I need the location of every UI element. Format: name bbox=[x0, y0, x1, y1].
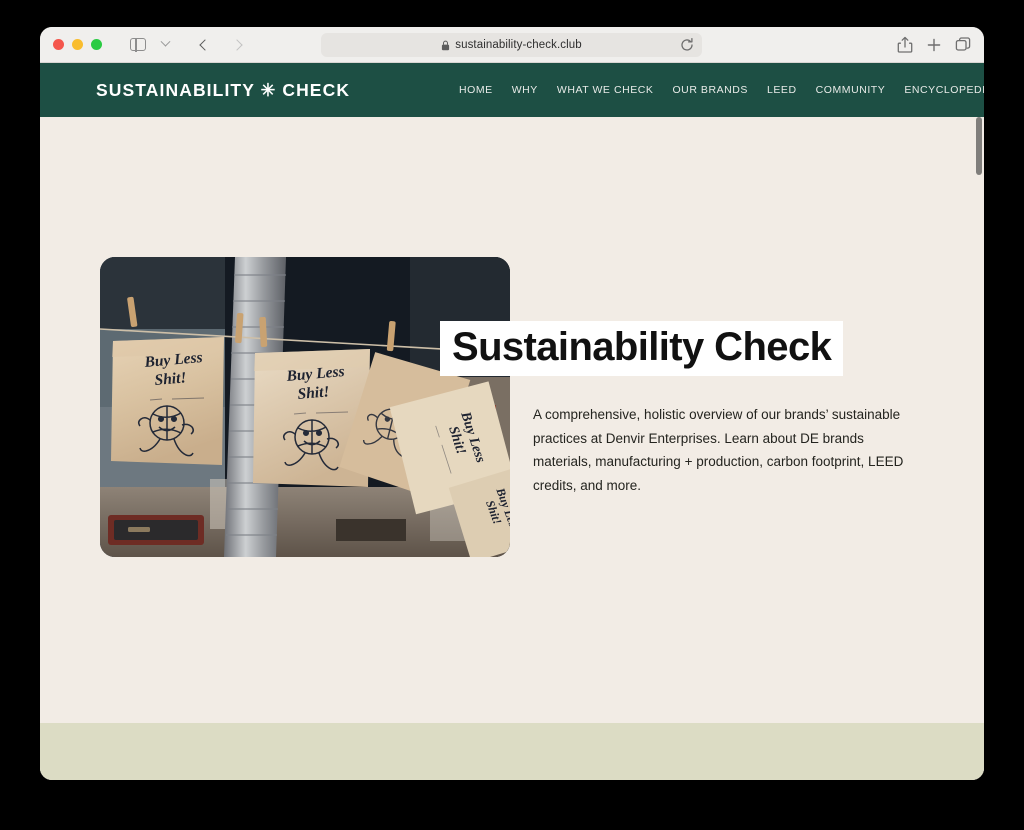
sidebar-toggle-button[interactable] bbox=[125, 33, 151, 57]
chevron-right-icon bbox=[231, 38, 243, 51]
nav-item-community[interactable]: COMMUNITY bbox=[816, 84, 886, 96]
lock-icon bbox=[442, 40, 450, 50]
hero-image: Buy Less Shit! Buy Less Shit! Buy Less S… bbox=[100, 257, 510, 557]
site-nav: HOME WHY WHAT WE CHECK OUR BRANDS LEED C… bbox=[459, 84, 984, 96]
url-text: sustainability-check.club bbox=[455, 39, 582, 51]
page-viewport: SUSTAINABILITY ✳ CHECK HOME WHY WHAT WE … bbox=[40, 63, 984, 780]
hero-section: Buy Less Shit! Buy Less Shit! Buy Less S… bbox=[40, 117, 984, 723]
toolbar-actions bbox=[896, 27, 972, 63]
navigation-controls bbox=[192, 33, 250, 57]
svg-text:Shit!: Shit! bbox=[297, 383, 330, 403]
nav-item-what-we-check[interactable]: WHAT WE CHECK bbox=[557, 84, 654, 96]
window-controls bbox=[53, 39, 102, 50]
browser-window: sustainability-check.club SUSTAINABILITY… bbox=[40, 27, 984, 780]
browser-toolbar: sustainability-check.club bbox=[40, 27, 984, 63]
page-title: Sustainability Check bbox=[452, 325, 832, 369]
close-button[interactable] bbox=[53, 39, 64, 50]
chevron-down-icon bbox=[160, 36, 170, 47]
hero-copy: A comprehensive, holistic overview of ou… bbox=[533, 403, 913, 497]
forward-button[interactable] bbox=[224, 33, 250, 57]
back-button[interactable] bbox=[192, 33, 218, 57]
nav-item-encyclopedia[interactable]: ENCYCLOPEDIA bbox=[904, 84, 984, 96]
maximize-button[interactable] bbox=[91, 39, 102, 50]
sidebar-icon bbox=[130, 37, 146, 52]
address-bar[interactable]: sustainability-check.club bbox=[321, 33, 702, 57]
nav-item-our-brands[interactable]: OUR BRANDS bbox=[672, 84, 748, 96]
site-header: SUSTAINABILITY ✳ CHECK HOME WHY WHAT WE … bbox=[40, 63, 984, 117]
bottom-band bbox=[40, 723, 984, 780]
hero-title-block: Sustainability Check bbox=[440, 321, 844, 376]
svg-text:Shit!: Shit! bbox=[154, 369, 187, 389]
nav-item-why[interactable]: WHY bbox=[512, 84, 538, 96]
hero-paragraph: A comprehensive, holistic overview of ou… bbox=[533, 407, 904, 493]
plus-icon[interactable] bbox=[925, 36, 943, 54]
reload-icon[interactable] bbox=[679, 37, 695, 53]
chevron-left-icon bbox=[199, 38, 211, 51]
url-display: sustainability-check.club bbox=[441, 39, 582, 51]
sidebar-dropdown-button[interactable] bbox=[152, 33, 178, 57]
scrollbar-thumb[interactable] bbox=[976, 117, 982, 175]
minimize-button[interactable] bbox=[72, 39, 83, 50]
site-logo[interactable]: SUSTAINABILITY ✳ CHECK bbox=[96, 80, 350, 101]
nav-item-home[interactable]: HOME bbox=[459, 84, 493, 96]
sidebar-controls bbox=[125, 33, 178, 57]
share-icon[interactable] bbox=[896, 36, 914, 54]
tabs-icon[interactable] bbox=[954, 36, 972, 54]
nav-item-leed[interactable]: LEED bbox=[767, 84, 797, 96]
page-scrollbar[interactable] bbox=[976, 117, 982, 780]
